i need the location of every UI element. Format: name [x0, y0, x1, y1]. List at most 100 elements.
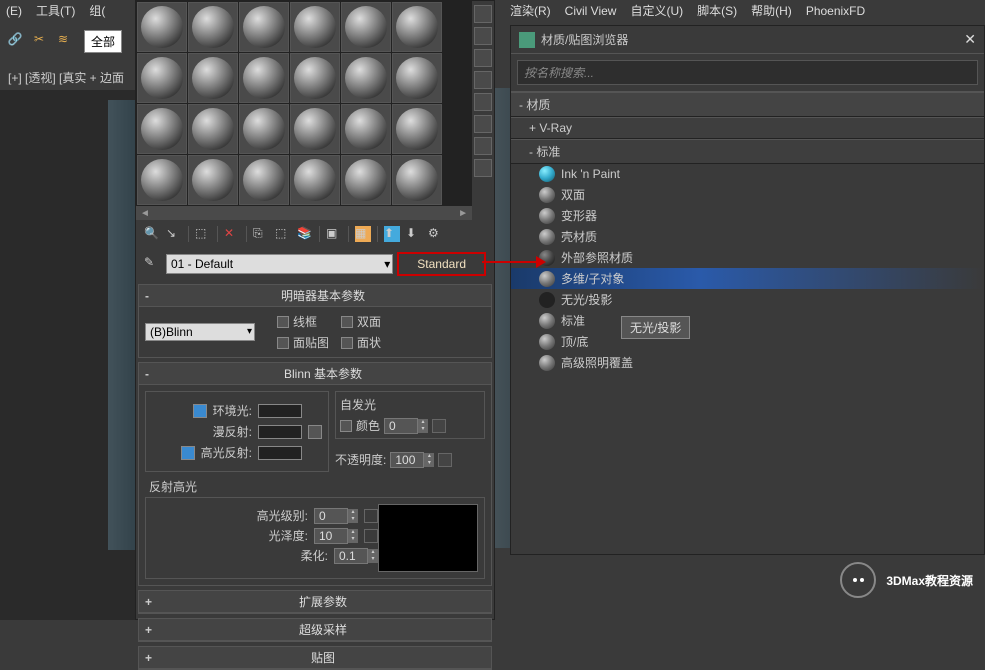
copy-icon[interactable]: ⎘ [253, 226, 269, 242]
tree-item-shell[interactable]: 壳材质 [511, 226, 984, 247]
material-type-button[interactable]: Standard [397, 252, 486, 276]
side-btn[interactable] [474, 93, 492, 111]
sample-slot[interactable] [341, 155, 391, 205]
glossiness-spinner[interactable]: 10 [314, 528, 348, 544]
color-checkbox[interactable] [340, 420, 352, 432]
delete-icon[interactable]: ✕ [224, 226, 240, 242]
lock-icon[interactable] [181, 446, 195, 460]
tree-item-standard[interactable]: 标准 [511, 310, 984, 331]
menu-render[interactable]: 渲染(R) [510, 0, 551, 22]
sample-slot[interactable] [239, 104, 289, 154]
go-parent-icon[interactable]: ⬆ [384, 226, 400, 242]
tree-item-ink[interactable]: Ink 'n Paint [511, 164, 984, 184]
tree-item-double[interactable]: 双面 [511, 184, 984, 205]
sample-slot[interactable] [239, 53, 289, 103]
side-btn[interactable] [474, 27, 492, 45]
sample-slot[interactable] [290, 104, 340, 154]
sample-slot[interactable] [341, 2, 391, 52]
unlink-icon[interactable]: ✂ [30, 30, 48, 48]
menu-phoenix[interactable]: PhoenixFD [806, 0, 865, 22]
sample-slot[interactable] [392, 53, 442, 103]
two-sided-checkbox[interactable] [341, 316, 353, 328]
tree-item-matte[interactable]: 无光/投影 [511, 289, 984, 310]
sample-slot[interactable] [188, 2, 238, 52]
menu-civil[interactable]: Civil View [565, 0, 617, 22]
face-map-checkbox[interactable] [277, 337, 289, 349]
material-name-select[interactable]: 01 - Default ▾ [166, 254, 393, 274]
sample-slot[interactable] [239, 155, 289, 205]
sample-slot[interactable] [137, 2, 187, 52]
show-map-icon[interactable]: ▣ [326, 226, 342, 242]
tree-item-morpher[interactable]: 变形器 [511, 205, 984, 226]
rollup-header[interactable]: +扩展参数 [139, 591, 491, 613]
soften-spinner[interactable]: 0.1 [334, 548, 368, 564]
sample-slot[interactable] [137, 53, 187, 103]
color-spinner[interactable]: 0 [384, 418, 418, 434]
tree-item-topbottom[interactable]: 顶/底 [511, 331, 984, 352]
sample-slot[interactable] [188, 53, 238, 103]
tree-section-standard[interactable]: - 标准 [511, 139, 984, 164]
search-input[interactable]: 按名称搜索... [517, 60, 978, 85]
map-btn[interactable] [364, 509, 378, 523]
diffuse-swatch[interactable] [258, 425, 302, 439]
scroll-left-icon[interactable]: ◄ [140, 208, 150, 219]
menu-tools[interactable]: 工具(T) [36, 0, 75, 22]
ambient-swatch[interactable] [258, 404, 302, 418]
spinner-down[interactable]: ▾ [424, 460, 434, 467]
tree-item-advlight[interactable]: 高级照明覆盖 [511, 352, 984, 373]
sample-slot[interactable] [290, 155, 340, 205]
map-btn[interactable] [364, 529, 378, 543]
link-icon[interactable]: 🔗 [6, 30, 24, 48]
sample-scrollbar[interactable]: ◄ ► [136, 206, 472, 220]
tree-section-vray[interactable]: + V-Ray [511, 117, 984, 139]
side-btn[interactable] [474, 159, 492, 177]
menu-group[interactable]: 组( [89, 0, 105, 22]
assign-icon[interactable]: ⬚ [195, 226, 211, 242]
rollup-header[interactable]: - 明暗器基本参数 [139, 285, 491, 307]
make-unique-icon[interactable]: ⬚ [275, 226, 291, 242]
sample-slot[interactable] [341, 104, 391, 154]
lock-icon[interactable] [193, 404, 207, 418]
sample-slot[interactable] [290, 53, 340, 103]
side-btn[interactable] [474, 49, 492, 67]
sample-slot[interactable] [392, 2, 442, 52]
show-result-icon[interactable]: ▦ [355, 226, 371, 242]
sample-slot[interactable] [137, 155, 187, 205]
spinner-down[interactable]: ▾ [418, 426, 428, 433]
get-material-icon[interactable]: 🔍 [144, 226, 160, 242]
sample-slot[interactable] [137, 104, 187, 154]
sample-slot[interactable] [392, 155, 442, 205]
close-icon[interactable]: ✕ [964, 31, 976, 48]
eyedropper-icon[interactable]: ✎ [144, 255, 162, 273]
rollup-header[interactable]: - Blinn 基本参数 [139, 363, 491, 385]
go-forward-icon[interactable]: ⬇ [406, 226, 422, 242]
side-btn[interactable] [474, 137, 492, 155]
sample-slot[interactable] [239, 2, 289, 52]
menu-e[interactable]: (E) [6, 0, 22, 22]
side-btn[interactable] [474, 115, 492, 133]
map-btn[interactable] [432, 419, 446, 433]
tree-item-xref[interactable]: 外部参照材质 [511, 247, 984, 268]
diffuse-map-btn[interactable] [308, 425, 322, 439]
opacity-spinner[interactable]: 100 [390, 452, 424, 468]
spec-level-spinner[interactable]: 0 [314, 508, 348, 524]
faceted-checkbox[interactable] [341, 337, 353, 349]
scroll-right-icon[interactable]: ► [458, 208, 468, 219]
all-button[interactable]: 全部 [84, 30, 122, 53]
shader-type-combo[interactable]: (B)Blinn ▾ [145, 323, 255, 341]
menu-script[interactable]: 脚本(S) [697, 0, 737, 22]
wave-icon[interactable]: ≋ [54, 30, 72, 48]
sample-slot[interactable] [188, 104, 238, 154]
side-btn[interactable] [474, 71, 492, 89]
menu-help[interactable]: 帮助(H) [751, 0, 792, 22]
rollup-header[interactable]: +超级采样 [139, 619, 491, 641]
map-btn[interactable] [438, 453, 452, 467]
sample-slot[interactable] [392, 104, 442, 154]
put-material-icon[interactable]: ↘ [166, 226, 182, 242]
spinner-up[interactable]: ▴ [418, 419, 428, 426]
tree-section-materials[interactable]: - 材质 [511, 92, 984, 117]
sample-slot[interactable] [341, 53, 391, 103]
rollup-header[interactable]: +贴图 [139, 647, 491, 669]
side-btn[interactable] [474, 5, 492, 23]
menu-customize[interactable]: 自定义(U) [630, 0, 683, 22]
